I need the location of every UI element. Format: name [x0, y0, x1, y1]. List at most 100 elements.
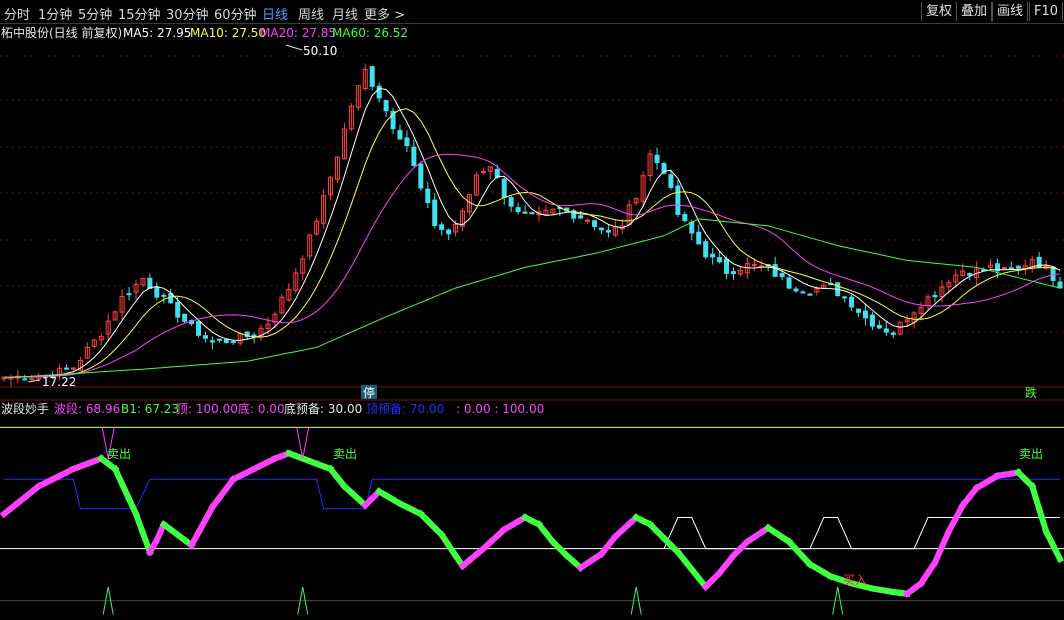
candle-body-108 — [751, 264, 757, 267]
band-label: 波段: 68.96 — [54, 401, 120, 416]
candle-body-94 — [654, 154, 660, 164]
candle-body-31 — [216, 338, 222, 341]
stock-chart: 柘中股份(日线 前复权) MA5: 27.95MA10: 27.50MA20: 2… — [0, 25, 1064, 615]
low-arrow — [27, 379, 41, 383]
candle-body-121 — [842, 296, 848, 299]
candle-body-72 — [501, 178, 507, 199]
candle-body-127 — [883, 328, 889, 333]
candle-body-53 — [369, 66, 375, 87]
candle-body-116 — [807, 293, 813, 296]
candle-body-83 — [578, 215, 584, 219]
candle-body-115 — [800, 291, 806, 294]
sell-signal-3: 卖出 — [1019, 447, 1043, 461]
band-seg-20 — [132, 510, 147, 537]
ma20-label: MA20: 27.85 — [260, 26, 336, 40]
candle-body-24 — [168, 293, 174, 304]
candle-body-146 — [1015, 265, 1021, 269]
candle-body-33 — [230, 341, 236, 344]
candle-body-98 — [682, 213, 688, 222]
candle-body-96 — [668, 174, 674, 188]
candle-body-60 — [418, 163, 424, 189]
indicator-name: 波段妙手 — [1, 401, 49, 416]
candle-body-100 — [696, 231, 702, 245]
candle-body-73 — [508, 197, 514, 207]
candle-body-26 — [182, 313, 188, 322]
candle-body-122 — [849, 296, 855, 308]
candle-body-102 — [710, 253, 716, 258]
candle-body-4 — [29, 378, 35, 381]
candles — [1, 63, 1063, 387]
candle-body-25 — [175, 301, 181, 318]
candle-body-124 — [862, 310, 868, 319]
candle-body-54 — [376, 85, 382, 99]
candle-body-61 — [425, 188, 431, 204]
ma10-label: MA10: 27.50 — [190, 26, 266, 40]
candle-body-123 — [856, 308, 862, 313]
candle-body-63 — [439, 224, 445, 230]
top-warn-label: 顶预备: 70.00 — [366, 402, 444, 416]
candle-body-57 — [397, 130, 403, 140]
candle-body-152 — [1057, 281, 1063, 289]
candle-body-145 — [1008, 267, 1014, 270]
ma10-line — [3, 108, 1061, 378]
band-seg-149 — [1028, 482, 1043, 513]
candle-body-111 — [772, 264, 778, 277]
candle-body-28 — [196, 321, 202, 336]
candle-body-30 — [209, 340, 215, 343]
candle-body-9 — [64, 367, 70, 370]
candle-body-59 — [411, 146, 417, 166]
ma60-label: MA60: 26.52 — [332, 26, 408, 40]
candle-body-62 — [432, 199, 438, 226]
candle-body-87 — [605, 229, 611, 233]
stock-title: 柘中股份(日线 前复权) — [1, 25, 122, 40]
candle-body-85 — [592, 220, 598, 227]
bottom-warn-step-line — [663, 517, 1060, 550]
candle-body-58 — [404, 137, 410, 147]
band-seg-150 — [1035, 505, 1050, 536]
candle-body-74 — [515, 207, 521, 213]
high-arrow — [285, 44, 303, 51]
buy-signal-1: 买入 — [843, 573, 867, 587]
candle-body-97 — [675, 185, 681, 215]
top-warn-step-line — [4, 478, 1060, 510]
candle-body-64 — [446, 229, 452, 235]
bottom-label: 底: 0.00 — [238, 401, 285, 416]
candle-body-76 — [529, 212, 535, 215]
band-seg-152 — [1049, 541, 1064, 564]
candle-body-125 — [869, 314, 875, 327]
candle-body-139 — [967, 273, 973, 276]
candle-body-75 — [522, 211, 528, 214]
candle-body-126 — [876, 324, 882, 329]
candle-body-29 — [202, 335, 208, 339]
candle-body-112 — [779, 273, 785, 278]
b1-label: B1: 67.23 — [121, 402, 179, 416]
bottom-warn-label: 底预备: 30.00 — [284, 401, 362, 416]
candle-body-23 — [161, 294, 167, 297]
top-label: 顶: 100.00 — [176, 402, 238, 416]
candle-body-113 — [786, 277, 792, 289]
candle-body-3 — [22, 378, 28, 381]
sell-signal-2: 卖出 — [333, 447, 357, 461]
ma5-label: MA5: 27.95 — [123, 26, 191, 40]
candle-body-22 — [154, 286, 160, 298]
candle-body-101 — [703, 241, 709, 258]
candle-body-134 — [932, 294, 938, 298]
candle-body-103 — [717, 257, 723, 263]
candle-body-114 — [793, 288, 799, 292]
ma60-line — [3, 218, 1061, 379]
high-price-label: 50.10 — [303, 44, 337, 58]
candle-body-128 — [890, 332, 896, 335]
candle-body-105 — [730, 271, 736, 275]
extra-label: : 0.00 : 100.00 — [456, 402, 544, 416]
candle-body-86 — [598, 227, 604, 231]
halt-marker: 停 — [363, 385, 375, 400]
price-grid — [0, 55, 1064, 333]
drop-marker: 跌 — [1025, 385, 1037, 400]
candle-body-149 — [1036, 256, 1042, 269]
band-line — [0, 449, 1064, 598]
candle-body-151 — [1050, 266, 1056, 281]
candle-body-18 — [126, 293, 132, 296]
candle-body-55 — [383, 100, 389, 112]
low-price-label: 17.22 — [42, 375, 76, 389]
candle-body-84 — [585, 219, 591, 222]
